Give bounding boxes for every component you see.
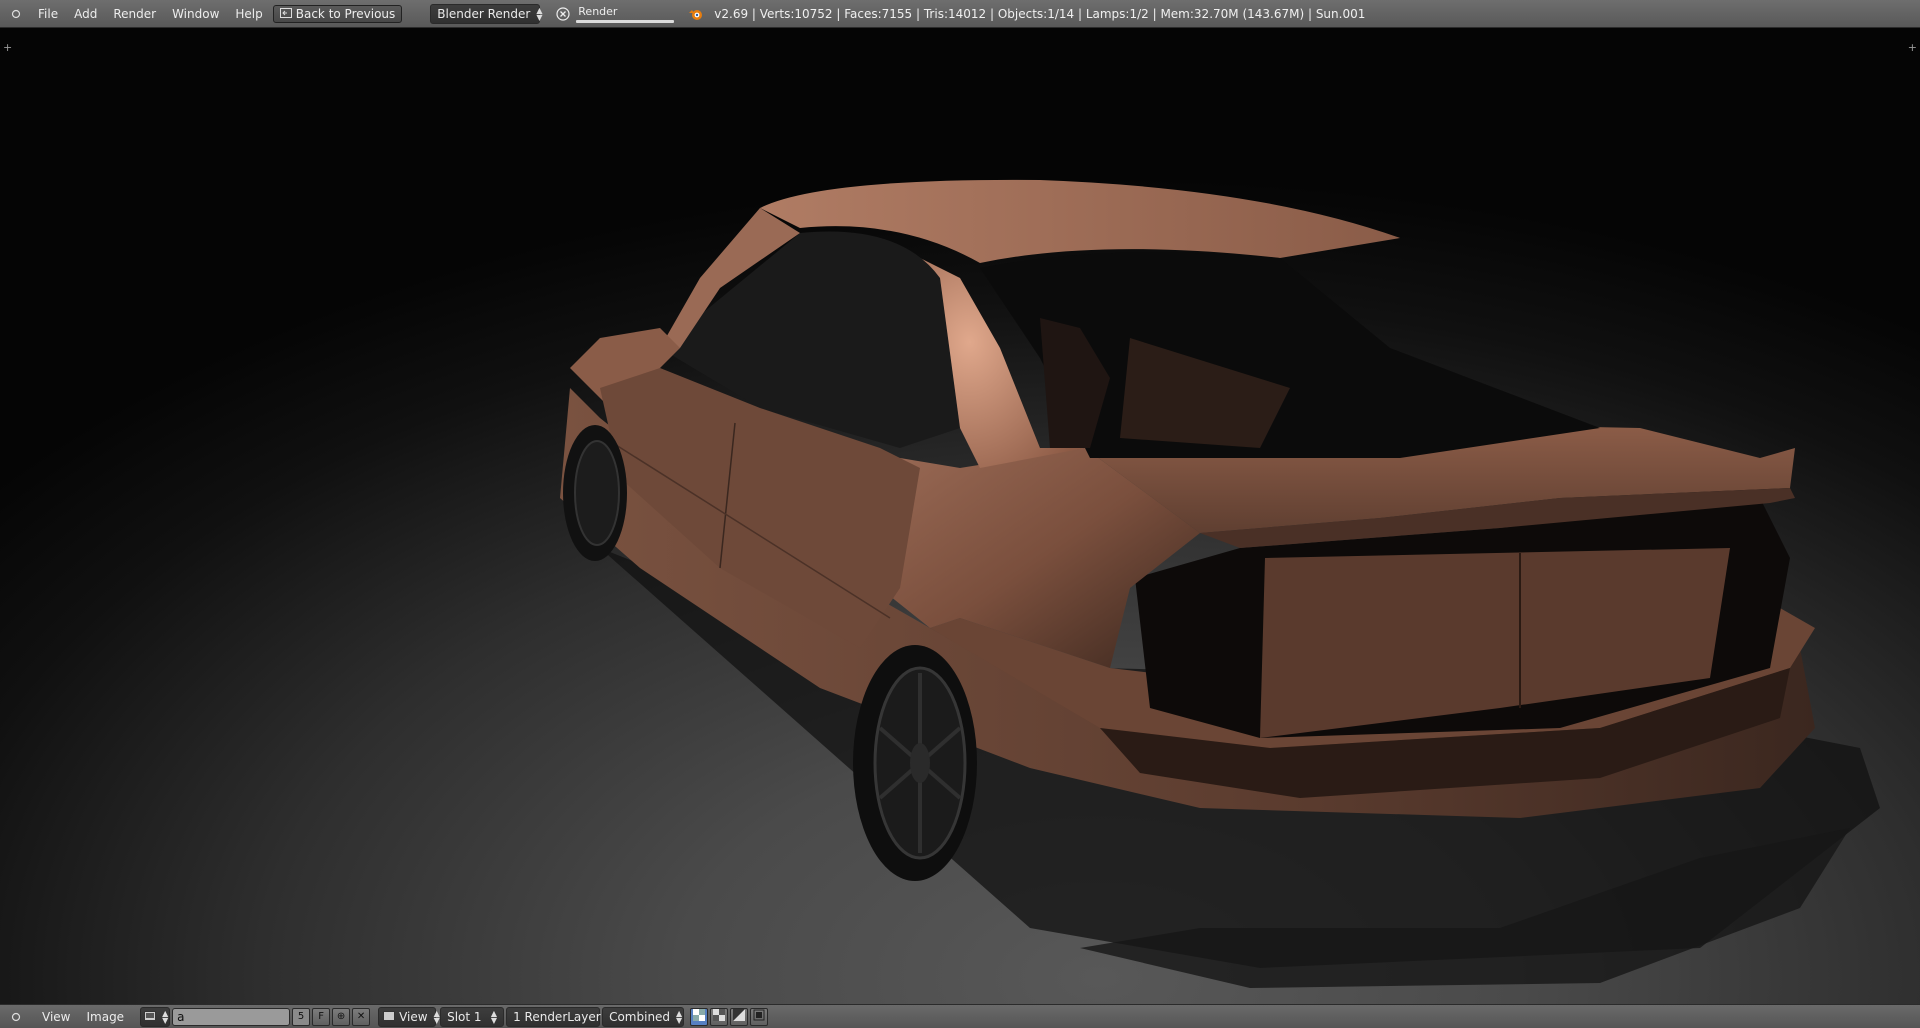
gradient-icon <box>733 1009 746 1024</box>
window-icon <box>753 1009 765 1024</box>
render-slot-label: Slot 1 <box>447 1009 482 1024</box>
draw-image-alpha-button[interactable] <box>690 1007 709 1026</box>
menu-image[interactable]: Image <box>78 1010 132 1024</box>
image-icon <box>144 1010 157 1024</box>
render-engine-label: Blender Render <box>437 6 531 21</box>
image-name-field[interactable]: a <box>172 1007 291 1026</box>
back-to-previous-button[interactable]: Back to Previous <box>272 4 403 23</box>
info-header: File Add Render Window Help Back to Prev… <box>0 0 1920 28</box>
image-browse-dropdown[interactable]: ▲ ▼ <box>140 1006 171 1027</box>
menu-window[interactable]: Window <box>164 7 227 21</box>
draw-alpha-only-button[interactable] <box>710 1007 729 1026</box>
render-layer-label: 1 RenderLayer <box>513 1009 601 1024</box>
rendered-car-image <box>560 179 1880 988</box>
menu-render[interactable]: Render <box>105 7 164 21</box>
dropdown-arrows-icon: ▲▼ <box>536 5 543 22</box>
render-result-viewport[interactable]: + + <box>0 28 1920 1004</box>
editor-type-icon[interactable] <box>10 8 22 20</box>
dropdown-arrows-icon: ▲▼ <box>490 1008 498 1025</box>
dropdown-arrows-icon: ▲▼ <box>676 1008 683 1025</box>
view-mode-dropdown[interactable]: View ▲ ▼ <box>378 1006 440 1027</box>
scene-statistics: v2.69 | Verts:10752 | Faces:7155 | Tris:… <box>714 6 1366 21</box>
render-pass-dropdown[interactable]: Combined ▲ ▼ <box>602 1006 685 1027</box>
view-mode-label: View <box>399 1009 428 1024</box>
render-slot-dropdown[interactable]: Slot 1 ▲ ▼ <box>440 1006 505 1027</box>
render-progress-label: Render <box>578 4 618 18</box>
render-engine-dropdown[interactable]: Blender Render ▲ ▼ <box>430 3 543 24</box>
blender-logo-icon <box>688 7 704 21</box>
menu-add[interactable]: Add <box>66 7 105 21</box>
dropdown-arrows-icon: ▲▼ <box>162 1008 169 1025</box>
menu-help[interactable]: Help <box>227 7 270 21</box>
close-icon[interactable] <box>556 6 570 21</box>
users-count: 5 <box>292 1007 311 1026</box>
dropdown-arrows-icon: ▲▼ <box>433 1008 440 1025</box>
render-pass-label: Combined <box>609 1009 671 1024</box>
image-editor-header: View Image ▲ ▼ a 5 F ⊕ ✕ View ▲ ▼ Slot 1 ▲… <box>0 1004 1920 1028</box>
menu-file[interactable]: File <box>30 7 66 21</box>
image-name-value: a <box>177 1009 185 1024</box>
close-icon: ✕ <box>356 1011 366 1022</box>
editor-type-icon[interactable] <box>10 1011 22 1023</box>
plus-icon: ⊕ <box>336 1011 346 1022</box>
new-image-button[interactable]: ⊕ <box>332 1007 351 1026</box>
fake-user-button[interactable]: F <box>312 1007 331 1026</box>
render-region-button[interactable] <box>750 1007 769 1026</box>
users-count-value: 5 <box>297 1011 305 1022</box>
unlink-image-button[interactable]: ✕ <box>352 1007 371 1026</box>
back-icon <box>279 7 292 21</box>
image-icon <box>383 1010 396 1024</box>
back-to-previous-label: Back to Previous <box>295 6 396 21</box>
menu-view[interactable]: View <box>34 1010 78 1024</box>
render-layer-dropdown[interactable]: 1 RenderLayer ▲▼ <box>506 1006 613 1027</box>
draw-z-buffer-button[interactable] <box>730 1007 749 1026</box>
color-alpha-icon <box>693 1009 706 1024</box>
fake-user-label: F <box>318 1011 324 1022</box>
render-progress-field: Render <box>576 4 675 24</box>
checker-icon <box>713 1009 726 1024</box>
